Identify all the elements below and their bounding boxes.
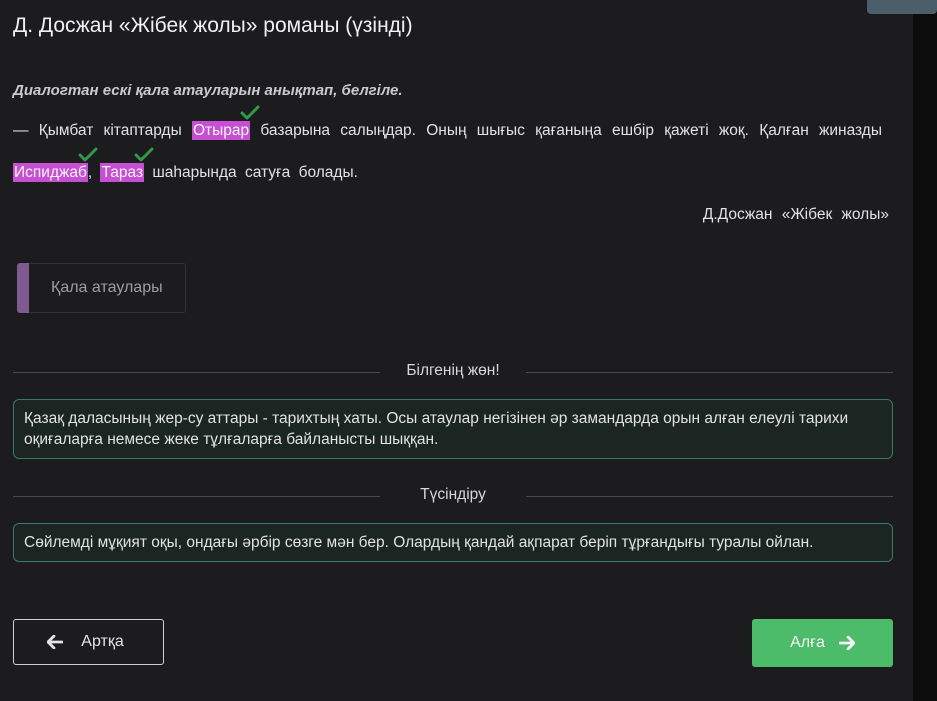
divider-line <box>526 372 893 373</box>
passage-text: — Қымбат кітаптарды Отырар базарына салы… <box>13 105 882 194</box>
marked-word-taraz[interactable]: Тараз <box>100 147 154 182</box>
divider-line <box>13 496 380 497</box>
check-icon <box>78 147 98 162</box>
marked-word-label: Отырар <box>192 122 250 139</box>
word-bank-label: Қала атаулары <box>51 279 163 296</box>
back-button[interactable]: Артқа <box>13 619 164 665</box>
marked-word-otyrar[interactable]: Отырар <box>191 105 260 140</box>
check-icon <box>240 105 260 120</box>
page-title: Д. Досжан «Жібек жолы» романы (үзінді) <box>13 14 413 37</box>
explanation-divider: Түсіндіру <box>13 486 893 506</box>
explanation-box: Сөйлемді мұқият оқы, ондағы әрбір сөзге … <box>13 523 893 562</box>
marked-word-label: Испиджаб <box>14 164 87 181</box>
check-icon <box>134 147 154 162</box>
divider-line <box>526 496 893 497</box>
passage-part: , <box>87 164 101 181</box>
explanation-heading: Түсіндіру <box>420 486 486 503</box>
good-to-know-heading: Білгенің жөн! <box>406 362 500 379</box>
word-bank-card[interactable]: Қала атаулары <box>17 263 186 313</box>
good-to-know-divider: Білгенің жөн! <box>13 362 893 382</box>
next-button-label: Алға <box>790 634 825 651</box>
passage-attribution: Д.Досжан «Жібек жолы» <box>702 206 889 223</box>
next-button[interactable]: Алға <box>752 619 893 667</box>
scrollbar-track[interactable] <box>913 0 937 701</box>
good-to-know-box: Қазақ даласының жер-су аттары - тарихтың… <box>13 399 893 459</box>
marked-word-label: Тараз <box>101 164 144 181</box>
back-button-label: Артқа <box>81 633 124 650</box>
arrow-left-icon <box>47 635 64 649</box>
passage-part: шаһарында сатуға болады. <box>144 164 358 181</box>
passage-part: базарына салыңдар. Оның шығыс қағаныңа е… <box>250 122 882 139</box>
arrow-right-icon <box>838 636 855 650</box>
word-bank-accent <box>17 263 29 313</box>
marked-word-ispidzhab[interactable]: Испиджаб <box>13 147 98 182</box>
instruction-text: Диалогтан ескі қала атауларын анықтап, б… <box>13 82 403 99</box>
divider-line <box>13 372 380 373</box>
passage-part: — Қымбат кітаптарды <box>13 122 192 139</box>
exercise-panel: Д. Досжан «Жібек жолы» романы (үзінді) Д… <box>13 0 893 701</box>
